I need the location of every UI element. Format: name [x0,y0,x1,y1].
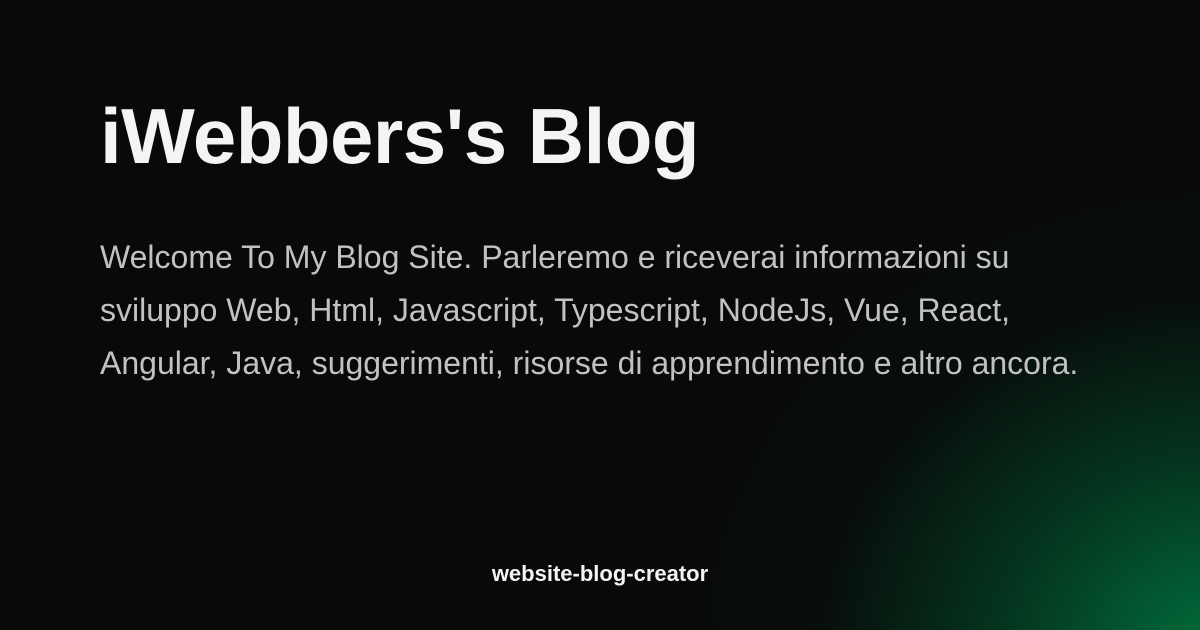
blog-description: Welcome To My Blog Site. Parleremo e ric… [100,239,1079,381]
blog-title: iWebbers's Blog [100,92,700,180]
site-name: website-blog-creator [491,561,709,586]
blog-social-card: iWebbers's Blog Welcome To My Blog Site.… [0,0,1200,630]
